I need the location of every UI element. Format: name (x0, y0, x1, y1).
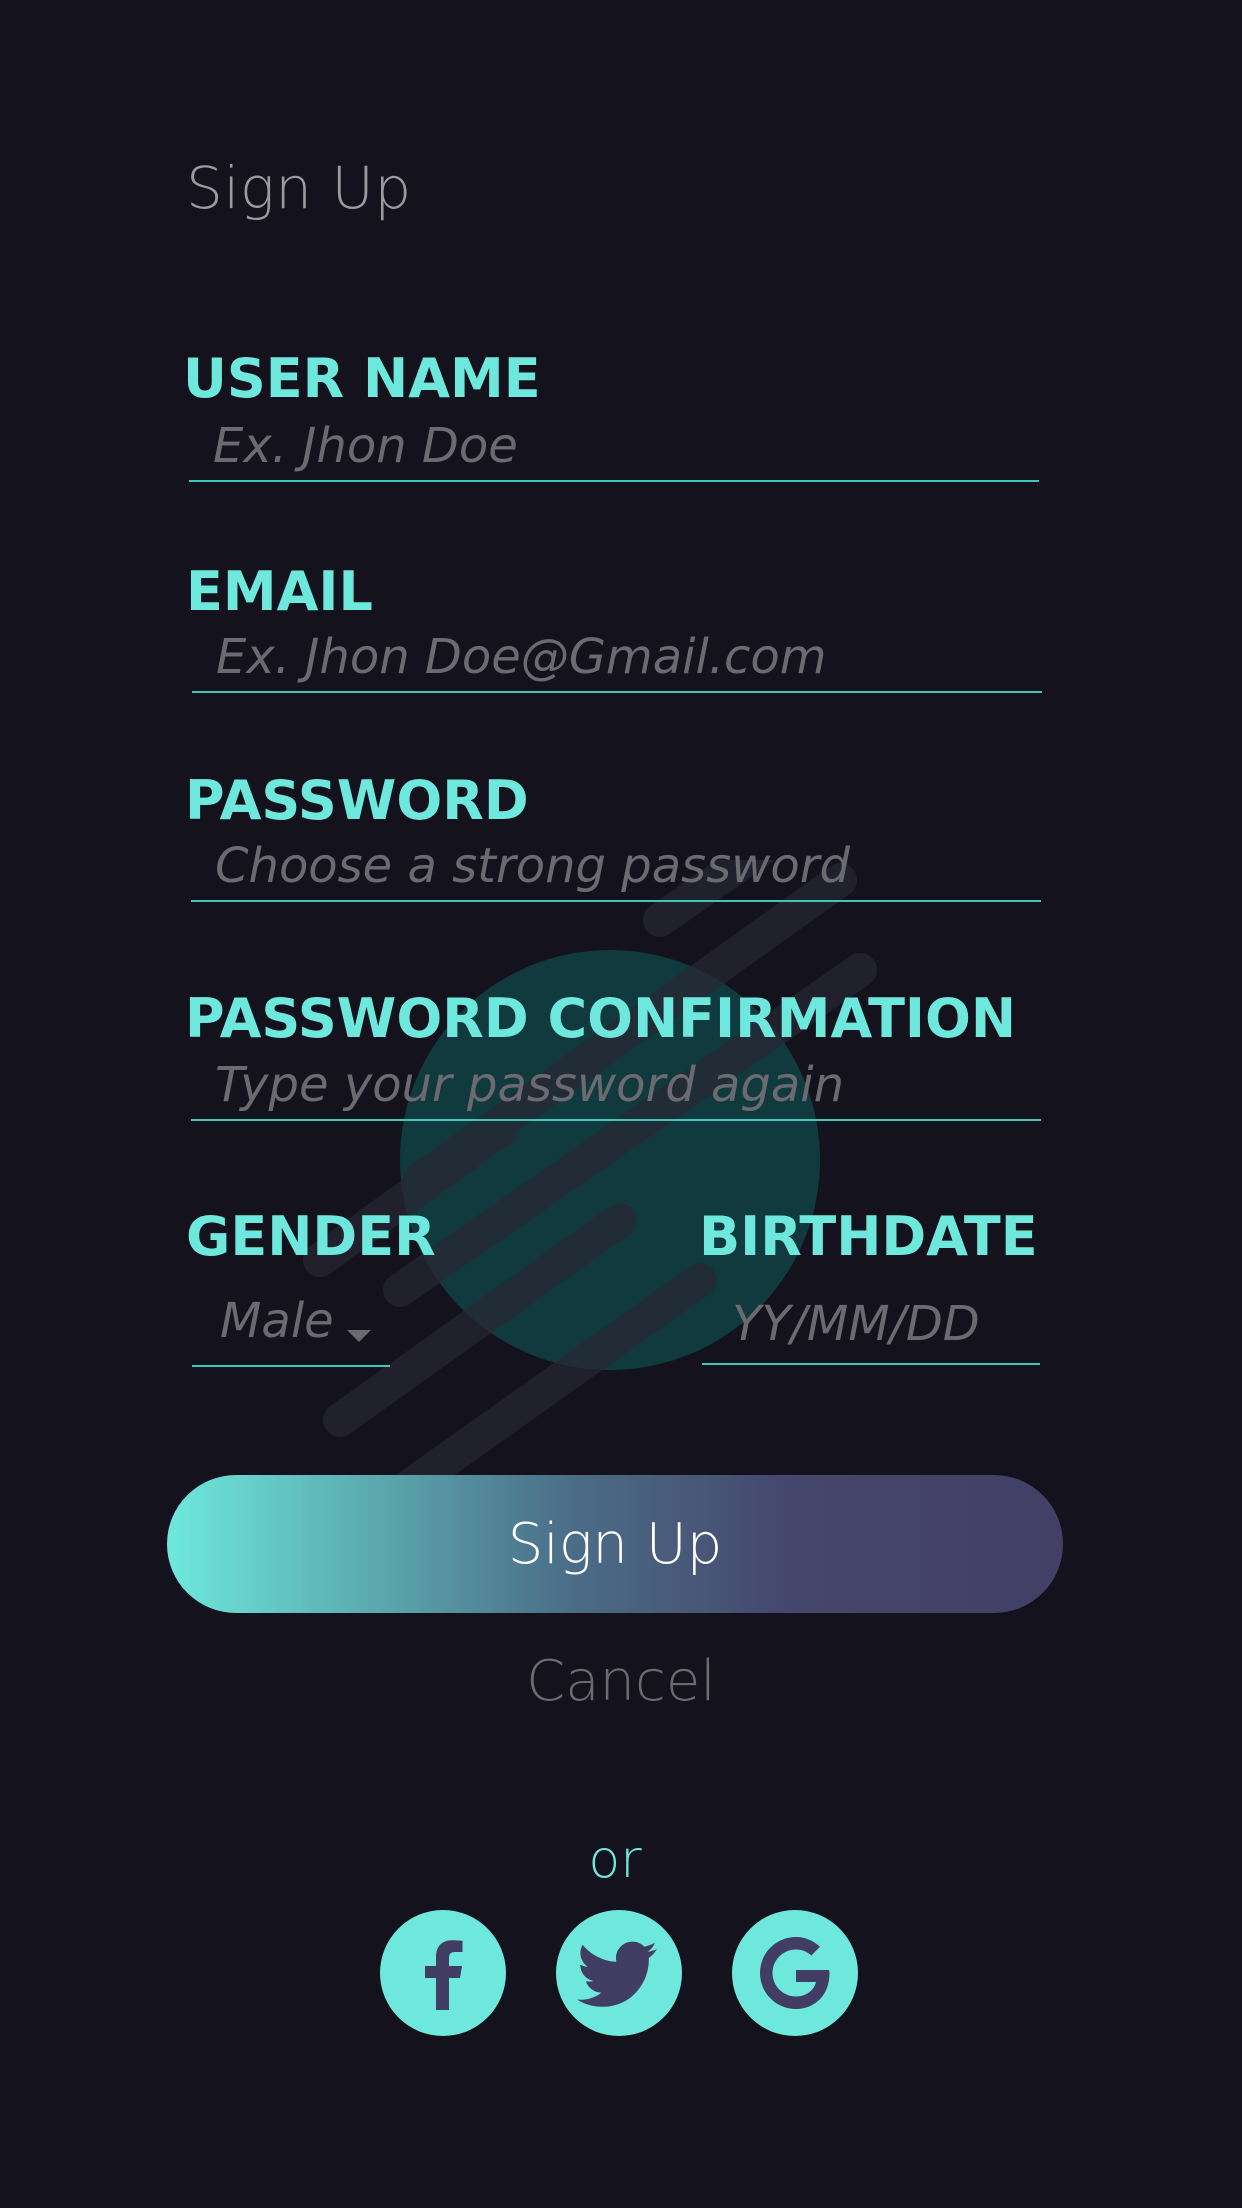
password-confirm-input[interactable] (191, 1051, 1041, 1121)
twitter-icon (577, 1941, 657, 2007)
background-illustration (303, 860, 877, 1500)
gender-label: GENDER (186, 1205, 436, 1268)
facebook-login-button[interactable] (380, 1910, 506, 2036)
password-confirm-label: PASSWORD CONFIRMATION (185, 987, 1017, 1050)
password-label: PASSWORD (185, 769, 529, 832)
signup-button[interactable]: Sign Up (167, 1475, 1063, 1613)
email-label: EMAIL (186, 560, 373, 623)
caret-down-icon (347, 1330, 371, 1342)
or-divider-text: or (588, 1830, 642, 1890)
password-input[interactable] (191, 832, 1041, 902)
gender-value: Male (220, 1293, 334, 1349)
facebook-icon (425, 1940, 463, 2010)
gender-select[interactable]: Male (192, 1285, 390, 1367)
birthdate-input[interactable] (702, 1285, 1040, 1365)
twitter-login-button[interactable] (556, 1910, 682, 2036)
page-title: Sign Up (186, 154, 412, 222)
google-login-button[interactable] (732, 1910, 858, 2036)
google-icon (760, 1937, 830, 2009)
email-input[interactable] (192, 623, 1042, 693)
username-input[interactable] (189, 412, 1039, 482)
cancel-button[interactable]: Cancel (0, 1648, 1242, 1715)
username-label: USER NAME (183, 347, 541, 410)
birthdate-label: BIRTHDATE (699, 1205, 1038, 1268)
